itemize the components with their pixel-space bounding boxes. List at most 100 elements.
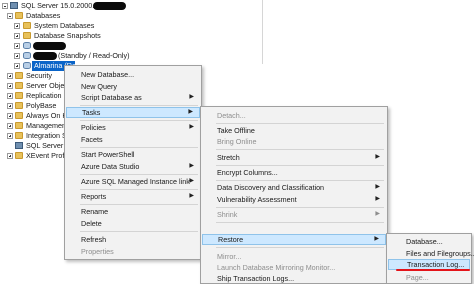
menu-item-vulnerability-assessment[interactable]: Vulnerability Assessment ▶ — [202, 194, 386, 205]
expand-icon[interactable] — [7, 133, 13, 139]
menu-item-label: Stretch — [217, 153, 240, 162]
menu-item-start-powershell[interactable]: Start PowerShell — [66, 149, 200, 160]
expand-icon[interactable] — [7, 123, 13, 129]
menu-item-rename[interactable]: Rename — [66, 206, 200, 217]
expand-icon[interactable] — [7, 153, 13, 159]
security-label: Security — [26, 71, 52, 80]
collapse-icon[interactable] — [7, 13, 13, 19]
polybase-label: PolyBase — [26, 101, 57, 110]
submenu-arrow-icon: ▶ — [188, 109, 193, 115]
menu-item-label: Reports — [81, 192, 107, 201]
menu-item-label: Script Database as — [81, 93, 142, 102]
database-snapshots-label: Database Snapshots — [34, 31, 101, 40]
submenu-arrow-icon: ▶ — [189, 124, 194, 130]
menu-item-take-offline[interactable]: Take Offline — [202, 125, 386, 136]
menu-item-azure-sql-mi-link[interactable]: Azure SQL Managed Instance link ▶ — [66, 176, 200, 187]
database-context-menu: New Database... New Query Script Databas… — [64, 65, 202, 260]
menu-separator — [216, 149, 384, 150]
menu-separator — [80, 204, 198, 205]
expand-icon[interactable] — [7, 103, 13, 109]
menu-item-delete[interactable]: Delete — [66, 218, 200, 229]
expand-icon[interactable] — [14, 53, 20, 59]
menu-item-label: Delete — [81, 219, 102, 228]
menu-item-mirror[interactable]: Mirror... — [202, 251, 386, 262]
menu-item-data-discovery[interactable]: Data Discovery and Classification ▶ — [202, 182, 386, 193]
menu-item-restore-page[interactable]: Page... — [388, 272, 470, 283]
menu-item-facets[interactable]: Facets — [66, 134, 200, 145]
expand-icon[interactable] — [7, 113, 13, 119]
menu-separator — [80, 120, 198, 121]
menu-item-label: Launch Database Mirroring Monitor... — [217, 263, 336, 272]
menu-item-label: Mirror... — [217, 252, 242, 261]
menu-item-stretch[interactable]: Stretch ▶ — [202, 152, 386, 163]
menu-item-label: Azure SQL Managed Instance link — [81, 177, 190, 186]
menu-item-label: Database... — [406, 237, 443, 246]
management-label: Management — [26, 121, 68, 130]
redacted-block — [33, 52, 57, 60]
menu-item-new-database[interactable]: New Database... — [66, 69, 200, 80]
menu-separator — [80, 189, 198, 190]
submenu-arrow-icon: ▶ — [189, 193, 194, 199]
menu-item-restore-files-filegroups[interactable]: Files and Filegroups... — [388, 248, 474, 259]
expand-icon[interactable] — [14, 63, 20, 69]
menu-separator — [216, 165, 384, 166]
menu-item-reports[interactable]: Reports ▶ — [66, 191, 200, 202]
menu-item-label: Facets — [81, 135, 103, 144]
tree-node-system-databases[interactable]: System Databases — [0, 21, 260, 31]
tree-node-database-snapshots[interactable]: Database Snapshots — [0, 31, 260, 41]
menu-separator — [216, 123, 384, 124]
expand-icon[interactable] — [7, 83, 13, 89]
menu-item-tasks[interactable]: Tasks ▶ — [66, 107, 200, 118]
expand-icon[interactable] — [14, 23, 20, 29]
expand-icon[interactable] — [7, 73, 13, 79]
menu-item-encrypt-columns[interactable]: Encrypt Columns... — [202, 167, 386, 178]
menu-item-restore[interactable]: Restore ▶ — [202, 234, 386, 245]
menu-item-label: Properties — [81, 247, 114, 256]
expand-icon[interactable] — [14, 43, 20, 49]
standby-label: (Standby / Read-Only) — [58, 51, 130, 60]
menu-item-script-database-as[interactable]: Script Database as ▶ — [66, 92, 200, 103]
menu-item-bring-online[interactable]: Bring Online — [202, 136, 386, 147]
menu-item-label: Start PowerShell — [81, 150, 135, 159]
menu-item-label: Policies — [81, 123, 106, 132]
submenu-arrow-icon: ▶ — [189, 163, 194, 169]
tree-node-server[interactable]: SQL Server 15.0.2000.5 — [0, 1, 260, 11]
menu-item-label: Azure Data Studio — [81, 162, 140, 171]
menu-item-label: Bring Online — [217, 137, 257, 146]
menu-item-label: Ship Transaction Logs... — [217, 274, 295, 283]
menu-item-azure-data-studio[interactable]: Azure Data Studio ▶ — [66, 161, 200, 172]
tree-node-database-redacted-1[interactable] — [0, 41, 260, 51]
collapse-icon[interactable] — [2, 3, 8, 9]
folder-icon — [15, 102, 23, 109]
menu-item-label: Detach... — [217, 111, 246, 120]
tasks-submenu: Detach... Take Offline Bring Online Stre… — [200, 106, 388, 284]
menu-item-label: Transaction Log... — [407, 260, 465, 269]
menu-separator — [80, 231, 198, 232]
menu-item-launch-mirroring-monitor[interactable]: Launch Database Mirroring Monitor... — [202, 262, 386, 273]
menu-item-label: Page... — [406, 273, 429, 282]
menu-item-refresh[interactable]: Refresh — [66, 234, 200, 245]
submenu-arrow-icon: ▶ — [375, 154, 380, 160]
menu-item-properties[interactable]: Properties — [66, 246, 200, 257]
menu-separator — [216, 222, 384, 223]
redacted-block — [93, 2, 126, 10]
tree-node-databases[interactable]: Databases — [0, 11, 260, 21]
always-on-label: Always On Hi — [26, 111, 70, 120]
menu-item-restore-database[interactable]: Database... — [388, 236, 470, 247]
expand-icon[interactable] — [7, 93, 13, 99]
menu-item-policies[interactable]: Policies ▶ — [66, 122, 200, 133]
submenu-arrow-icon: ▶ — [374, 236, 379, 242]
restore-submenu: Database... Files and Filegroups... Tran… — [386, 233, 474, 284]
menu-item-shrink[interactable]: Shrink ▶ — [202, 209, 386, 220]
folder-icon — [15, 72, 23, 79]
menu-item-label: Files and Filegroups... — [406, 249, 474, 258]
menu-item-new-query[interactable]: New Query — [66, 81, 200, 92]
menu-item-ship-transaction-logs[interactable]: Ship Transaction Logs... — [202, 273, 386, 284]
menu-item-detach[interactable]: Detach... — [202, 110, 386, 121]
menu-item-label: Vulnerability Assessment — [217, 195, 297, 204]
expand-icon[interactable] — [14, 33, 20, 39]
submenu-arrow-icon: ▶ — [189, 178, 194, 184]
tree-node-database-standby[interactable]: (Standby / Read-Only) — [0, 51, 260, 61]
folder-icon — [15, 152, 23, 159]
menu-item-label: Restore — [218, 235, 244, 244]
